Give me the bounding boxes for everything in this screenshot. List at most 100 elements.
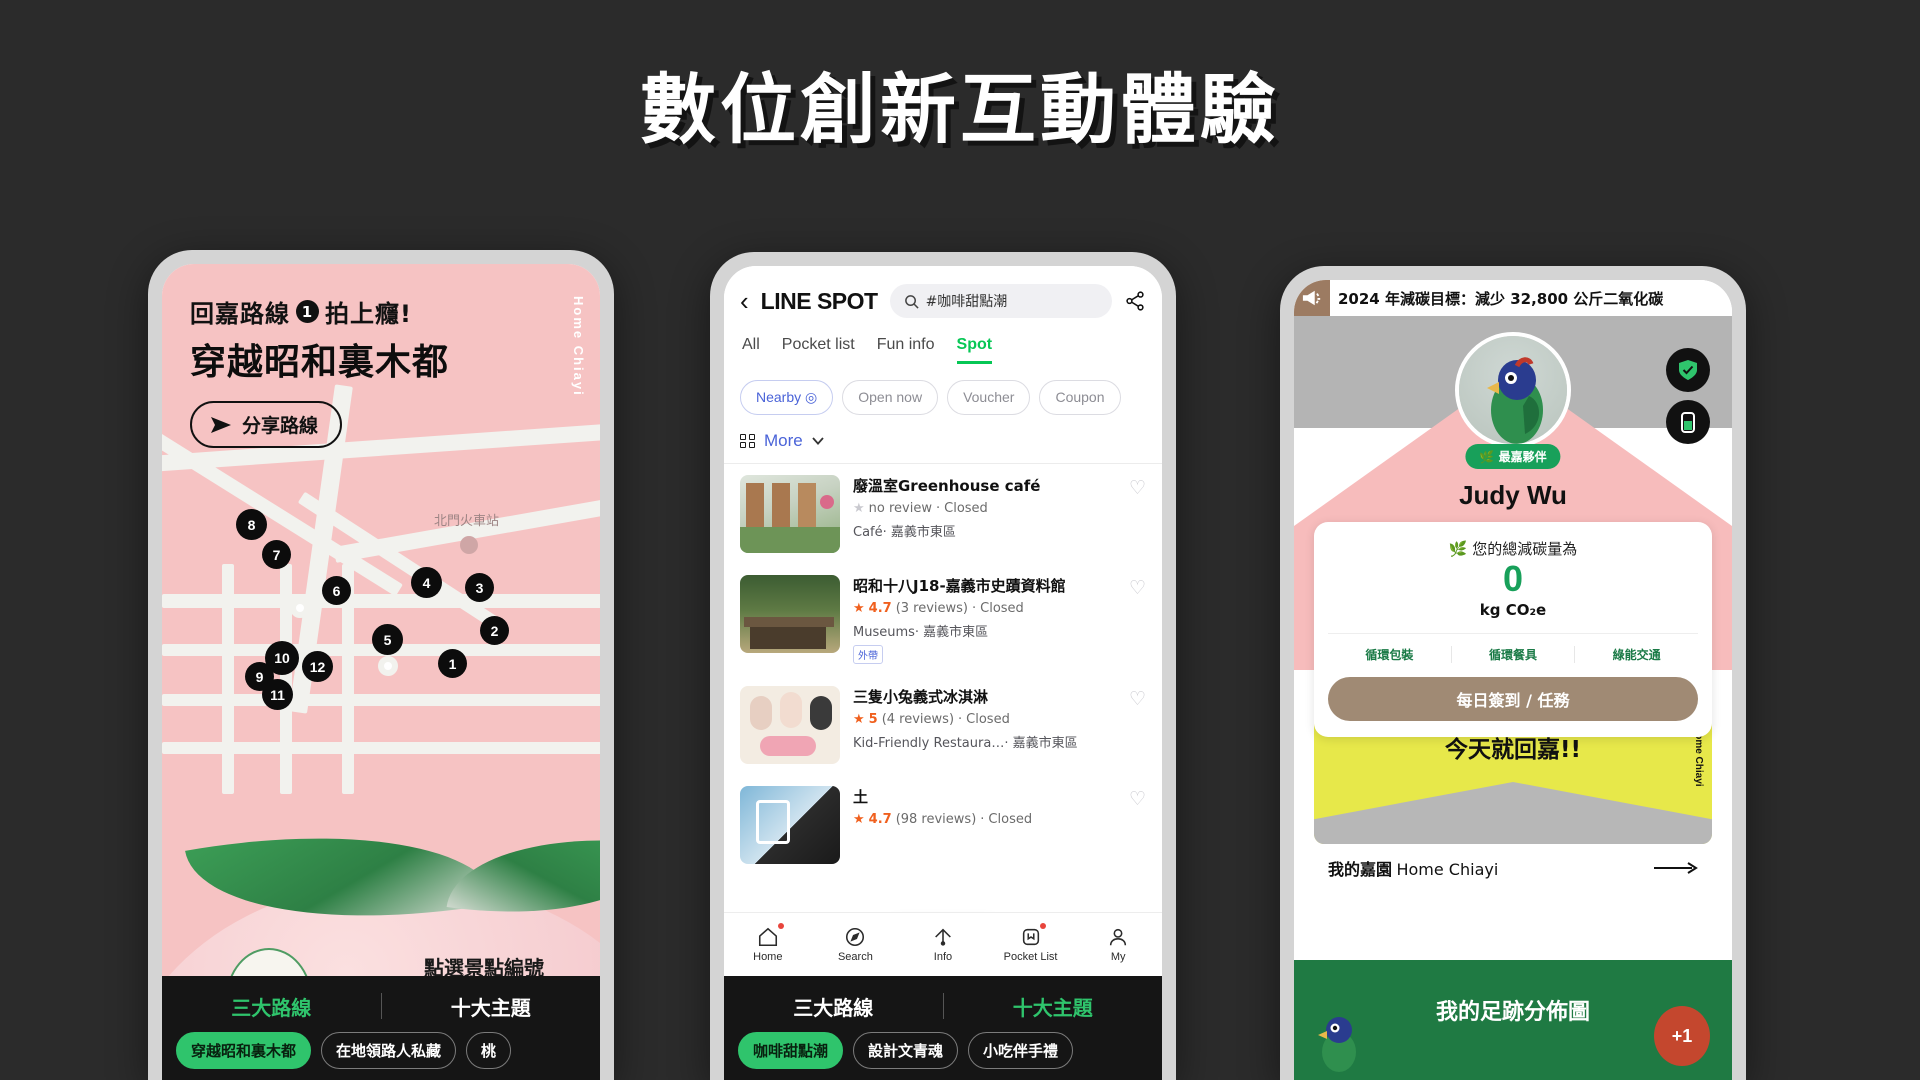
spot-thumbnail [740,575,840,653]
spot-reviews: (4 reviews) [881,712,955,727]
star-icon: ★ [853,712,865,727]
spot-info: 廢溫室Greenhouse café ★ no review · Closed … [853,475,1146,540]
feature-tableware[interactable]: 循環餐具 [1452,645,1576,663]
carbon-profile-app: 2024 年減碳目標：減少 32,800 公斤二氧化碳 🌿 最嘉夥伴 Judy … [1294,280,1732,1080]
filter-chip-nearby[interactable]: Nearby ◎ [740,380,834,415]
map-pin[interactable]: 8 [236,509,267,540]
bottom-chip[interactable]: 在地領路人私藏 [321,1032,457,1069]
spot-meta: ★ 4.7 (3 reviews) · Closed [853,601,1146,616]
nav-search[interactable]: Search [812,913,900,976]
person-icon [1110,928,1127,946]
spot-category: Kid-Friendly Restaura…· 嘉義市東區 [853,736,1078,751]
bottom-chip[interactable]: 設計文青魂 [853,1032,959,1069]
filter-chip-voucher[interactable]: Voucher [947,380,1031,415]
notification-dot [777,923,784,929]
promo-shape [1314,782,1712,844]
map-pin[interactable]: 5 [372,624,403,655]
phone-mockup-line-spot: ‹ LINE SPOT #咖啡甜點潮 All Pocket list Fun i… [710,252,1176,1080]
target-icon: ◎ [805,389,818,405]
bottom-chip[interactable]: 小吃伴手禮 [968,1032,1074,1069]
tab-pocket-list[interactable]: Pocket list [782,336,855,364]
nav-home[interactable]: Home [724,913,812,976]
line-spot-header: ‹ LINE SPOT #咖啡甜點潮 All Pocket list Fun i… [724,266,1162,451]
tab-spot[interactable]: Spot [956,336,993,364]
leaf-icon: 🌿 [1448,540,1468,558]
feature-packaging[interactable]: 循環包裝 [1328,645,1452,663]
spot-name: 土 [853,788,869,806]
feature-transport[interactable]: 綠能交通 [1575,646,1698,663]
battery-icon[interactable] [1666,400,1710,444]
map-pin[interactable]: 12 [302,651,333,682]
bottom-tab-routes[interactable]: 三大路線 [162,992,381,1021]
more-filters-button[interactable]: More [740,431,1146,451]
share-route-button[interactable]: 分享路線 [190,401,343,448]
search-input[interactable]: #咖啡甜點潮 [889,284,1112,318]
tab-all[interactable]: All [742,336,760,364]
bottom-tab-themes[interactable]: 十大主題 [944,992,1163,1021]
spot-status: Closed [944,501,988,516]
spot-thumbnail [740,475,840,553]
route-map-canvas[interactable]: 回嘉路線 1 拍上癮! 穿越昭和裏木都 分享路線 北門火車站 8 7 6 4 3… [162,264,600,1080]
star-icon: ★ [853,601,865,616]
nav-my[interactable]: My [1074,913,1162,976]
map-pin[interactable]: 1 [438,649,467,678]
map-pin[interactable]: 11 [262,679,293,710]
promo-link-row[interactable]: 我的嘉園 Home Chiayi [1314,846,1712,890]
share-icon[interactable] [1124,290,1146,312]
favorite-heart-icon[interactable]: ♡ [1129,688,1146,711]
screen-line-spot: ‹ LINE SPOT #咖啡甜點潮 All Pocket list Fun i… [724,266,1162,1080]
map-pin[interactable]: 6 [322,576,351,605]
announcement-banner[interactable]: 2024 年減碳目標：減少 32,800 公斤二氧化碳 [1294,280,1732,316]
map-pin[interactable]: 7 [262,540,291,569]
map-pin[interactable]: 2 [480,616,509,645]
megaphone-icon [1294,280,1330,316]
list-item[interactable]: 廢溫室Greenhouse café ★ no review · Closed … [724,464,1162,564]
tab-fun-info[interactable]: Fun info [877,336,935,364]
spot-category-text: Kid-Friendly Restaura… [853,736,1005,751]
bottom-tab-routes[interactable]: 三大路線 [724,992,943,1021]
route-title: 穿越昭和裏木都 [190,342,450,383]
page-root: 數位創新互動體驗 回嘉路線 1 拍上癮! 穿越昭和裏木都 分享路線 北門火車站 … [0,0,1920,1080]
spot-area: 嘉義市東區 [923,625,989,640]
favorite-heart-icon[interactable]: ♡ [1129,477,1146,500]
bottom-chip[interactable]: 穿越昭和裏木都 [176,1032,312,1069]
spot-thumbnail [740,786,840,864]
carbon-label: 您的總減碳量為 [1472,540,1578,558]
list-item[interactable]: 土 ★ 4.7 (98 reviews) · Closed ♡ [724,775,1162,875]
spot-category: Museums· 嘉義市東區 [853,625,989,640]
bottom-tab-themes[interactable]: 十大主題 [382,992,601,1021]
shield-icon[interactable] [1666,348,1710,392]
app-title: LINE SPOT [760,287,878,314]
spot-info: 土 ★ 4.7 (98 reviews) · Closed [853,786,1146,827]
footprint-section[interactable]: 我的足跡分佈圖 +1 [1294,960,1732,1080]
announcement-text: 2024 年減碳目標：減少 32,800 公斤二氧化碳 [1338,289,1664,308]
notification-dot [1040,923,1047,929]
chevron-left-icon[interactable]: ‹ [740,288,749,314]
favorite-heart-icon[interactable]: ♡ [1129,788,1146,811]
search-icon [904,294,919,309]
favorite-heart-icon[interactable]: ♡ [1129,577,1146,600]
route-eyebrow-prefix: 回嘉路線 [190,300,290,328]
bottom-chip[interactable]: 咖啡甜點潮 [738,1032,844,1069]
meta-sep: · [980,812,985,827]
list-item[interactable]: 昭和十八J18-嘉義市史蹟資料館 ★ 4.7 (3 reviews) · Clo… [724,564,1162,675]
nav-label: Pocket List [1003,951,1058,963]
list-item[interactable]: 三隻小兔義式冰淇淋 ★ 5 (4 reviews) · Closed Kid-F… [724,675,1162,775]
spot-area: 嘉義市東區 [1012,736,1078,751]
filter-chip-coupon[interactable]: Coupon [1039,380,1121,415]
side-brand-label: Home Chiayi [571,296,586,397]
daily-checkin-button[interactable]: 每日簽到 / 任務 [1328,676,1698,721]
nav-label: Home [753,951,783,963]
map-pin[interactable]: 3 [465,573,494,602]
filter-chip-open-now[interactable]: Open now [842,380,939,415]
bottom-chip-list: 咖啡甜點潮 設計文青魂 小吃伴手禮 [724,1028,1162,1069]
spot-name: 廢溫室Greenhouse café [853,477,1041,495]
map-pin[interactable]: 4 [411,567,442,598]
nav-pocket-list[interactable]: Pocket List [987,913,1075,976]
caret-down-icon [812,437,824,445]
nav-info[interactable]: Info [899,913,987,976]
bottom-chip[interactable]: 桃 [466,1032,512,1069]
promo-row-sub: Home Chiayi [1396,860,1499,879]
avatar[interactable] [1455,332,1571,448]
line-spot-app: ‹ LINE SPOT #咖啡甜點潮 All Pocket list Fun i… [724,266,1162,1080]
